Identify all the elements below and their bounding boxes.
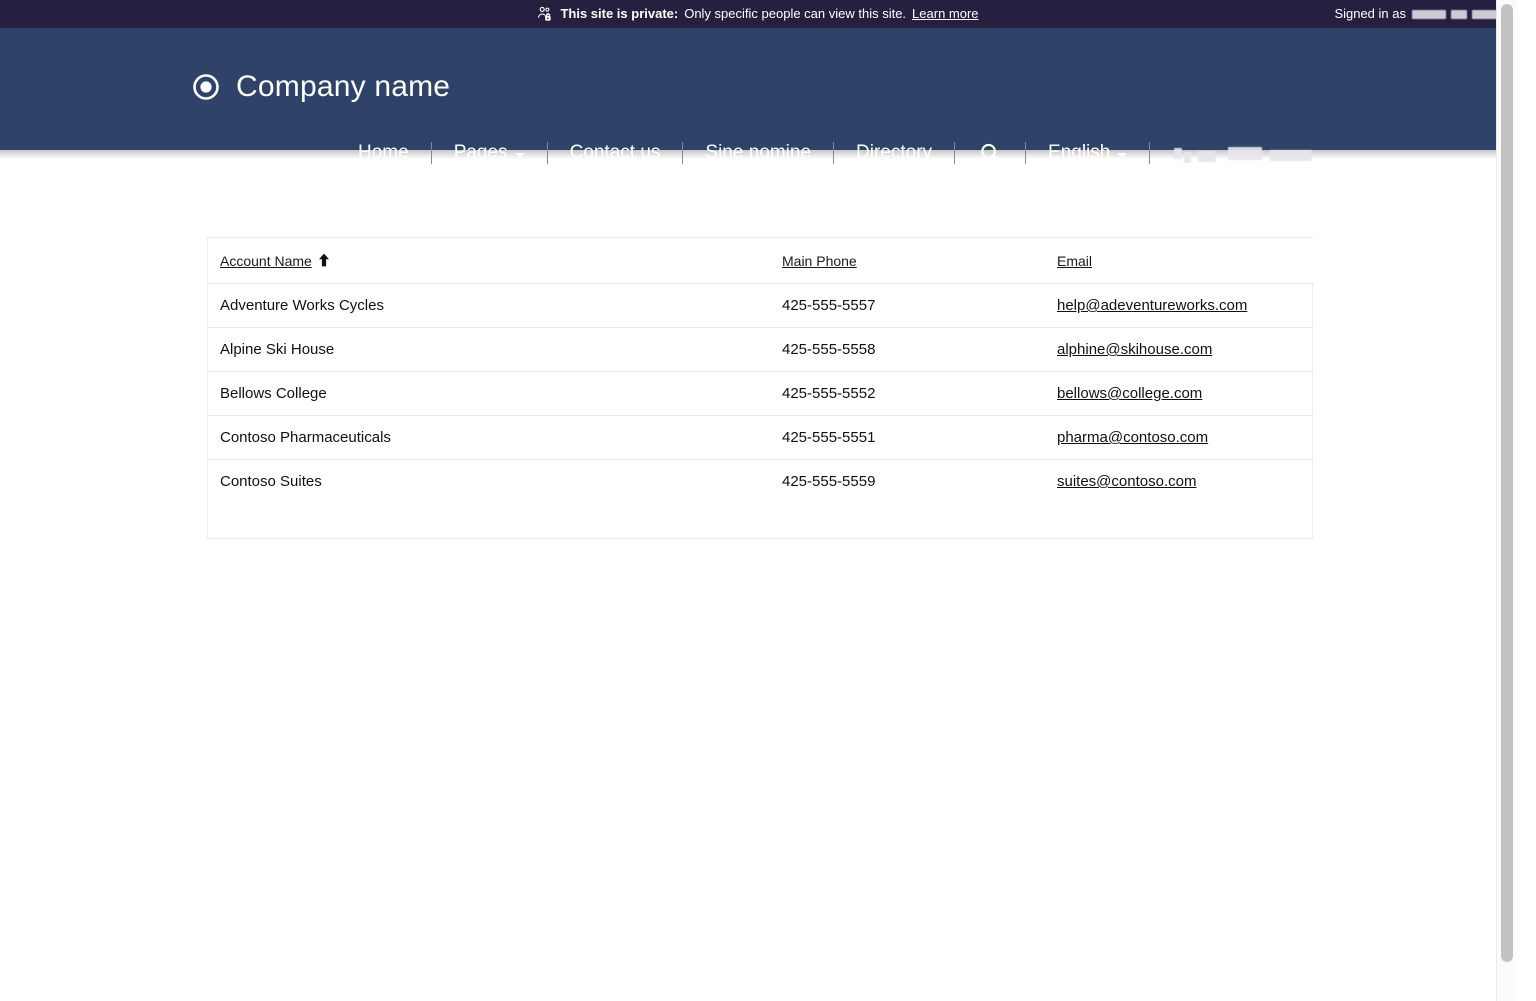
redacted-block: [1228, 147, 1262, 160]
cell-main-phone: 425-555-5557: [770, 284, 1045, 328]
sort-email-link[interactable]: Email: [1057, 253, 1092, 269]
circle-dot-logo-icon: [192, 73, 220, 101]
sort-main-phone-link[interactable]: Main Phone: [782, 253, 857, 269]
table-row[interactable]: Adventure Works Cycles 425-555-5557 help…: [208, 284, 1314, 328]
cell-account-name: Bellows College: [208, 372, 770, 416]
main-content: Account Name Main Phone: [0, 159, 1516, 539]
search-icon[interactable]: [955, 142, 1025, 164]
people-lock-icon: [537, 6, 554, 23]
chevron-down-icon: [515, 153, 525, 158]
nav-item-contact-us[interactable]: Contact us: [548, 136, 683, 170]
brand-name: Company name: [236, 72, 450, 102]
scrollbar-thumb[interactable]: [1501, 4, 1513, 962]
email-link[interactable]: bellows@college.com: [1057, 385, 1202, 402]
cell-email: bellows@college.com: [1045, 372, 1314, 416]
table-row[interactable]: Bellows College 425-555-5552 bellows@col…: [208, 372, 1314, 416]
cell-account-name: Adventure Works Cycles: [208, 284, 770, 328]
column-header-email[interactable]: Email: [1045, 238, 1314, 284]
table-body: Adventure Works Cycles 425-555-5557 help…: [208, 284, 1314, 539]
nav-item-sine-nomine[interactable]: Sine nomine: [683, 136, 833, 170]
redacted-block: [1184, 152, 1191, 163]
nav-item-language[interactable]: English: [1026, 136, 1149, 170]
privacy-message-group: This site is private: Only specific peop…: [537, 0, 978, 28]
cell-main-phone: 425-555-5558: [770, 328, 1045, 372]
redacted-block: [1412, 10, 1446, 19]
redacted-block: [1198, 151, 1216, 162]
nav-item-home[interactable]: Home: [340, 136, 431, 170]
account-menu-redacted[interactable]: [1150, 147, 1336, 160]
privacy-notification-bar: This site is private: Only specific peop…: [0, 0, 1516, 28]
table-row[interactable]: Contoso Pharmaceuticals 425-555-5551 pha…: [208, 416, 1314, 460]
signed-in-label: Signed in as: [1334, 0, 1406, 28]
entity-list-container: Account Name Main Phone: [207, 237, 1313, 539]
redacted-block: [1451, 10, 1467, 19]
header-inner: Company name Home Pages Contact us Sine …: [0, 28, 1516, 150]
learn-more-link[interactable]: Learn more: [912, 0, 978, 28]
cell-email: suites@contoso.com: [1045, 460, 1314, 539]
nav-item-pages[interactable]: Pages: [432, 136, 547, 170]
table-head: Account Name Main Phone: [208, 238, 1314, 284]
cell-main-phone: 425-555-5552: [770, 372, 1045, 416]
sort-ascending-arrow-icon: [318, 253, 330, 270]
email-link[interactable]: pharma@contoso.com: [1057, 429, 1208, 446]
column-header-main-phone[interactable]: Main Phone: [770, 238, 1045, 284]
page-viewport: This site is private: Only specific peop…: [0, 0, 1516, 1001]
redacted-block: [1270, 150, 1312, 161]
email-link[interactable]: help@adeventureworks.com: [1057, 297, 1247, 314]
column-header-account-name[interactable]: Account Name: [208, 238, 770, 284]
table-header-row: Account Name Main Phone: [208, 238, 1314, 284]
cell-email: alphine@skihouse.com: [1045, 328, 1314, 372]
redacted-block: [1174, 148, 1182, 159]
cell-account-name: Contoso Suites: [208, 460, 770, 539]
cell-main-phone: 425-555-5559: [770, 460, 1045, 539]
chevron-down-icon: [1117, 153, 1127, 158]
signed-in-indicator[interactable]: Signed in as: [1334, 0, 1498, 28]
table-row[interactable]: Alpine Ski House 425-555-5558 alphine@sk…: [208, 328, 1314, 372]
main-navigation: Home Pages Contact us Sine nomine Direct…: [340, 136, 1336, 170]
sort-account-name-link[interactable]: Account Name: [220, 252, 330, 269]
signed-in-user-redacted: [1412, 10, 1498, 19]
vertical-scrollbar[interactable]: [1496, 0, 1516, 1001]
cell-email: help@adeventureworks.com: [1045, 284, 1314, 328]
privacy-message-text: Only specific people can view this site.: [684, 0, 906, 28]
site-header: Company name Home Pages Contact us Sine …: [0, 28, 1516, 150]
table-row[interactable]: Contoso Suites 425-555-5559 suites@conto…: [208, 460, 1314, 539]
cell-main-phone: 425-555-5551: [770, 416, 1045, 460]
entity-list-table: Account Name Main Phone: [208, 238, 1314, 538]
cell-account-name: Contoso Pharmaceuticals: [208, 416, 770, 460]
column-label: Account Name: [220, 253, 312, 269]
redacted-block: [1472, 10, 1498, 19]
cell-account-name: Alpine Ski House: [208, 328, 770, 372]
nav-item-directory[interactable]: Directory: [834, 136, 954, 170]
cell-email: pharma@contoso.com: [1045, 416, 1314, 460]
privacy-strong-text: This site is private:: [560, 0, 678, 28]
language-label: English: [1048, 136, 1110, 170]
email-link[interactable]: suites@contoso.com: [1057, 473, 1196, 490]
nav-item-label: Pages: [454, 136, 508, 170]
brand-home-link[interactable]: Company name: [192, 72, 450, 102]
email-link[interactable]: alphine@skihouse.com: [1057, 341, 1212, 358]
